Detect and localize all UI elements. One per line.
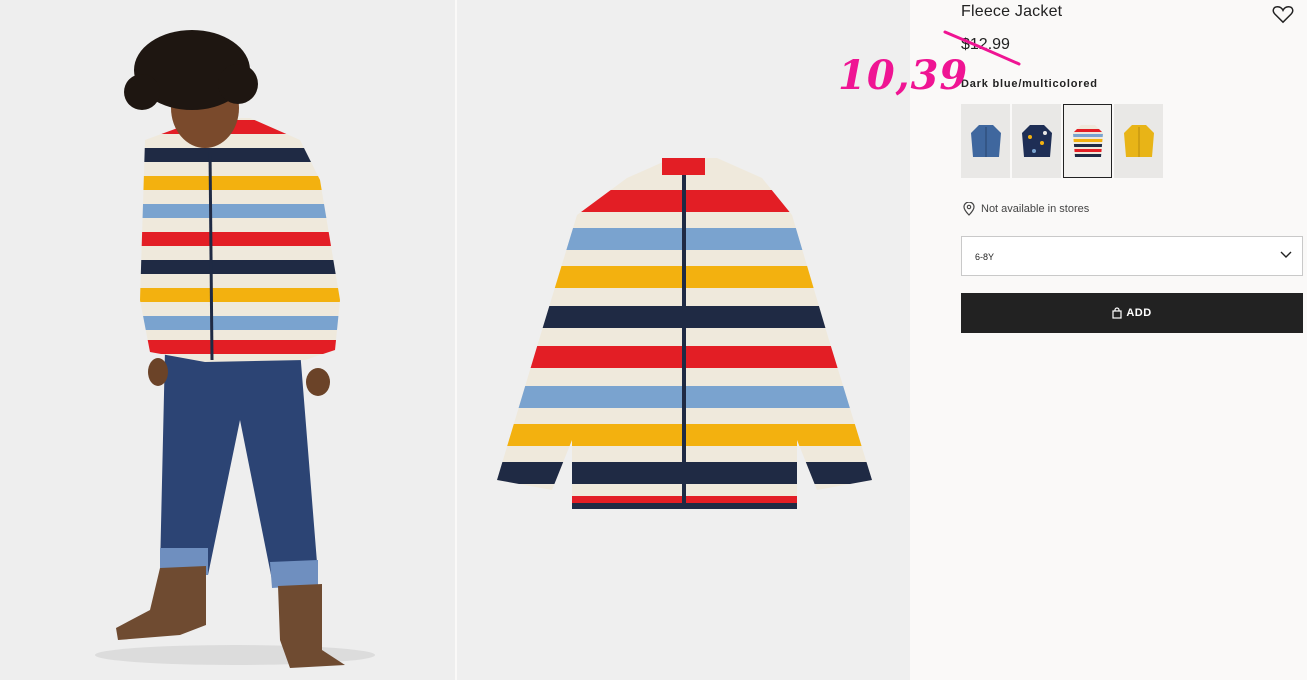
add-to-bag-button[interactable]: ADD (961, 293, 1303, 333)
product-info-panel: Fleece Jacket $12.99 10,39 Dark blue/mul… (838, 0, 1307, 680)
availability-text: Not available in stores (981, 203, 1090, 215)
store-availability: Not available in stores (963, 202, 1089, 216)
product-page: Fleece Jacket $12.99 10,39 Dark blue/mul… (0, 0, 1307, 680)
color-name: Dark blue/multicolored (961, 78, 1098, 90)
size-selected-value: 6-8Y (975, 252, 995, 262)
product-title: Fleece Jacket (961, 3, 1063, 20)
product-photo[interactable] (457, 0, 910, 680)
shopping-bag-icon (1112, 307, 1122, 319)
old-price: $12.99 (961, 36, 1010, 53)
swatch-dark-blue-print[interactable] (1012, 104, 1061, 178)
swatch-denim-blue[interactable] (961, 104, 1010, 178)
color-swatches (961, 104, 1163, 178)
chevron-down-icon (1280, 251, 1292, 258)
model-image (0, 0, 455, 680)
jacket-image (457, 0, 910, 680)
swatch-yellow[interactable] (1114, 104, 1163, 178)
add-button-label: ADD (1126, 307, 1152, 319)
heart-icon[interactable] (1272, 4, 1294, 24)
size-dropdown[interactable]: 6-8Y (961, 236, 1303, 276)
sale-price: 10,39 (838, 52, 969, 99)
location-pin-icon (963, 202, 975, 216)
swatch-dark-blue-multicolored[interactable] (1063, 104, 1112, 178)
model-photo[interactable] (0, 0, 455, 680)
